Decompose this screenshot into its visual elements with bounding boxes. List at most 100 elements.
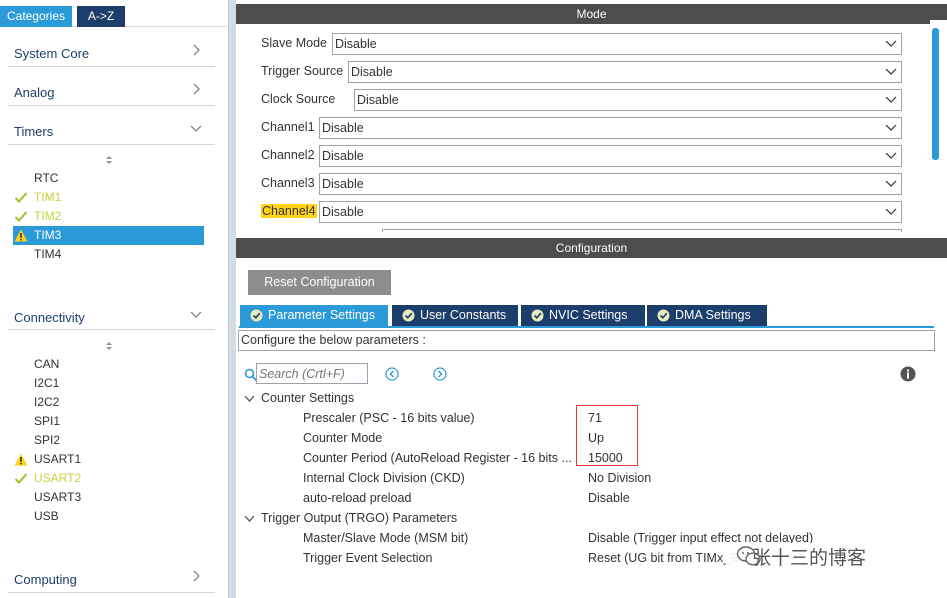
clock-source-select[interactable]: Disable [354,89,902,111]
channel3-select[interactable]: Disable [319,173,902,195]
chevron-down-icon [244,395,255,402]
sort-icon[interactable] [104,341,114,351]
mode-row-channel1: Channel1 Disable [236,117,936,139]
tab-categories[interactable]: Categories [0,6,72,27]
peripheral-name: I2C2 [34,395,60,409]
list-item-can[interactable]: CAN [0,355,228,374]
param-name: Counter Mode [303,431,383,445]
trigger-source-select[interactable]: Disable [348,61,902,83]
select-value: Disable [322,205,364,219]
category-label: Computing [14,572,77,587]
categories-panel: Categories A->Z System Core Analog Timer… [0,0,228,598]
check-icon [14,211,28,222]
warning-icon [14,453,28,466]
param-name: auto-reload preload [303,491,412,505]
category-label: Connectivity [14,310,85,325]
peripheral-name: USART2 [34,471,82,485]
list-item-tim3[interactable]: TIM3 [13,226,204,245]
peripheral-name: TIM4 [34,247,62,261]
chevron-right-icon [193,570,200,582]
mode-label: Channel2 [261,148,315,162]
group-counter-settings[interactable]: Counter Settings [244,391,444,409]
channel4-select[interactable]: Disable [319,201,902,223]
category-connectivity[interactable]: Connectivity [0,298,228,336]
list-item-i2c1[interactable]: I2C1 [0,374,228,393]
peripheral-name: SPI2 [34,433,61,447]
info-icon[interactable] [900,366,916,382]
highlight-box [576,405,638,466]
mode-label: Channel3 [261,176,315,190]
param-value[interactable]: Disable [588,491,630,505]
peripheral-name: USART3 [34,490,82,504]
slave-mode-select[interactable]: Disable [332,33,902,55]
chevron-down-icon [885,180,897,187]
sort-icon[interactable] [104,155,114,165]
list-item-usart3[interactable]: USART3 [0,488,228,507]
peripheral-name: RTC [34,171,59,185]
check-circle-icon [657,309,670,322]
previous-result-icon[interactable] [385,367,399,381]
param-name: Master/Slave Mode (MSM bit) [303,531,469,545]
warning-icon [14,229,28,242]
tab-user-constants[interactable]: User Constants [392,305,518,326]
list-item-usb[interactable]: USB [0,507,228,526]
param-value[interactable]: No Division [588,471,651,485]
tab-dma-settings[interactable]: DMA Settings [647,305,767,326]
panel-splitter[interactable] [228,0,236,598]
chevron-down-icon [190,311,202,318]
mode-row-clock-source: Clock Source Disable [236,89,936,111]
configuration-title: Configuration [236,238,947,258]
channel2-select[interactable]: Disable [319,145,902,167]
left-tab-bar: Categories A->Z [0,0,228,27]
select-value: Disable [322,121,364,135]
category-label: Analog [14,85,55,100]
mode-row-channel2: Channel2 Disable [236,145,936,167]
check-icon [14,192,28,203]
param-row-clock-division[interactable]: Internal Clock Division (CKD) No Divisio… [236,471,936,491]
reset-configuration-button[interactable]: Reset Configuration [248,270,391,295]
mode-title: Mode [236,4,947,24]
list-item-tim2[interactable]: TIM2 [0,207,228,226]
list-item-spi2[interactable]: SPI2 [0,431,228,450]
mode-label: Trigger Source [261,64,344,78]
mode-row-slave-mode: Slave Mode Disable [236,33,936,55]
tab-a-z[interactable]: A->Z [77,6,125,27]
check-circle-icon [402,309,415,322]
list-item-tim4[interactable]: TIM4 [0,245,228,264]
mode-panel: Mode Slave Mode Disable Trigger Source D… [236,0,947,232]
group-title: Counter Settings [261,391,355,405]
divider [8,592,215,593]
peripheral-name: SPI1 [34,414,61,428]
peripheral-name: CAN [34,357,60,371]
param-row-auto-reload-preload[interactable]: auto-reload preload Disable [236,491,936,511]
select-value: Disable [322,177,364,191]
next-result-icon[interactable] [433,367,447,381]
group-trigger-output[interactable]: Trigger Output (TRGO) Parameters [244,511,544,529]
tab-underline [239,326,934,328]
list-item-usart2[interactable]: USART2 [0,469,228,488]
list-item-tim1[interactable]: TIM1 [0,188,228,207]
tab-label: DMA Settings [675,308,751,322]
param-name: Trigger Event Selection [303,551,433,565]
category-label: Timers [14,124,54,139]
list-item-usart1[interactable]: USART1 [0,450,228,469]
tab-nvic-settings[interactable]: NVIC Settings [521,305,645,326]
mode-label: Slave Mode [261,36,328,50]
channel1-select[interactable]: Disable [319,117,902,139]
check-circle-icon [250,309,263,322]
list-item-rtc[interactable]: RTC [0,169,228,188]
peripheral-name: USART1 [34,452,82,466]
divider [8,329,215,330]
tab-label: User Constants [420,308,507,322]
mode-row-channel3: Channel3 Disable [236,173,936,195]
tab-label: NVIC Settings [549,308,628,322]
peripheral-name: USB [34,509,59,523]
chevron-right-icon [193,83,200,95]
list-item-i2c2[interactable]: I2C2 [0,393,228,412]
mode-scrollbar-thumb[interactable] [932,28,939,160]
list-item-spi1[interactable]: SPI1 [0,412,228,431]
configure-description: Configure the below parameters : [238,330,935,351]
chevron-down-icon [885,208,897,215]
tab-parameter-settings[interactable]: Parameter Settings [240,305,388,326]
search-input[interactable] [256,363,368,384]
